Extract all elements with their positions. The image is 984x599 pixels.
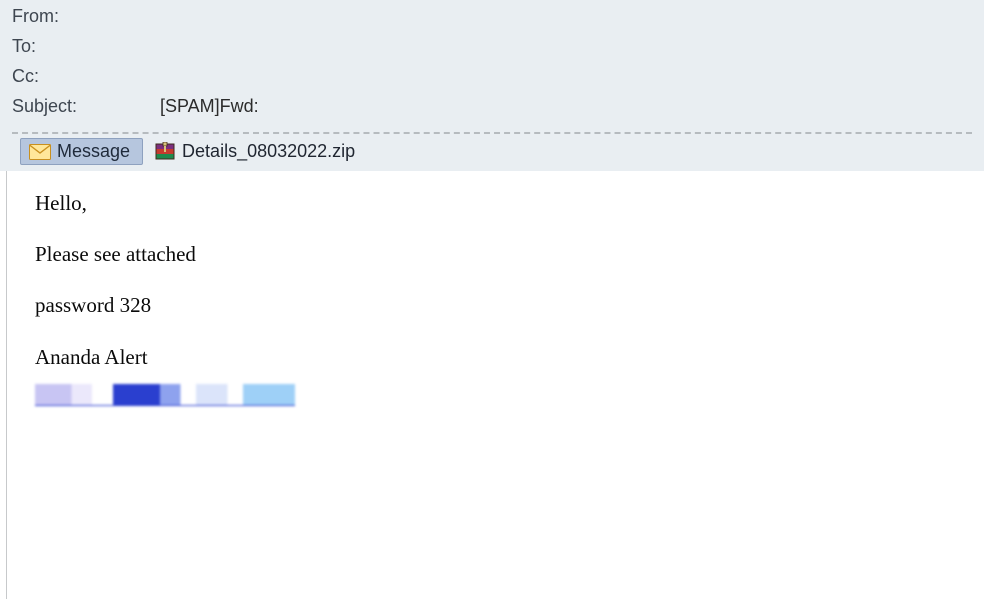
header-row-cc: Cc: <box>12 66 972 96</box>
cc-label: Cc: <box>12 66 160 87</box>
envelope-icon <box>29 144 51 160</box>
email-header: From: To: Cc: Subject: [SPAM]Fwd: Messag… <box>0 0 984 171</box>
to-label: To: <box>12 36 160 57</box>
from-label: From: <box>12 6 160 27</box>
attachment-filename: Details_08032022.zip <box>182 141 355 162</box>
zip-archive-icon <box>154 142 176 162</box>
body-line-2: Please see attached <box>35 242 960 267</box>
body-line-3: password 328 <box>35 293 960 318</box>
message-body[interactable]: Hello, Please see attached password 328 … <box>6 171 984 599</box>
subject-value: [SPAM]Fwd: <box>160 96 259 117</box>
body-line-4: Ananda Alert <box>35 345 960 370</box>
tabs-row: Message Details_08032022.zip <box>12 134 972 171</box>
message-body-text: Hello, Please see attached password 328 … <box>35 191 960 406</box>
redacted-signature <box>35 384 295 406</box>
tab-message-label: Message <box>57 141 130 162</box>
header-row-subject: Subject: [SPAM]Fwd: <box>12 96 972 126</box>
body-line-1: Hello, <box>35 191 960 216</box>
header-row-to: To: <box>12 36 972 66</box>
tab-message[interactable]: Message <box>20 138 143 165</box>
header-row-from: From: <box>12 6 972 36</box>
attachment-item[interactable]: Details_08032022.zip <box>149 138 366 165</box>
subject-label: Subject: <box>12 96 160 117</box>
